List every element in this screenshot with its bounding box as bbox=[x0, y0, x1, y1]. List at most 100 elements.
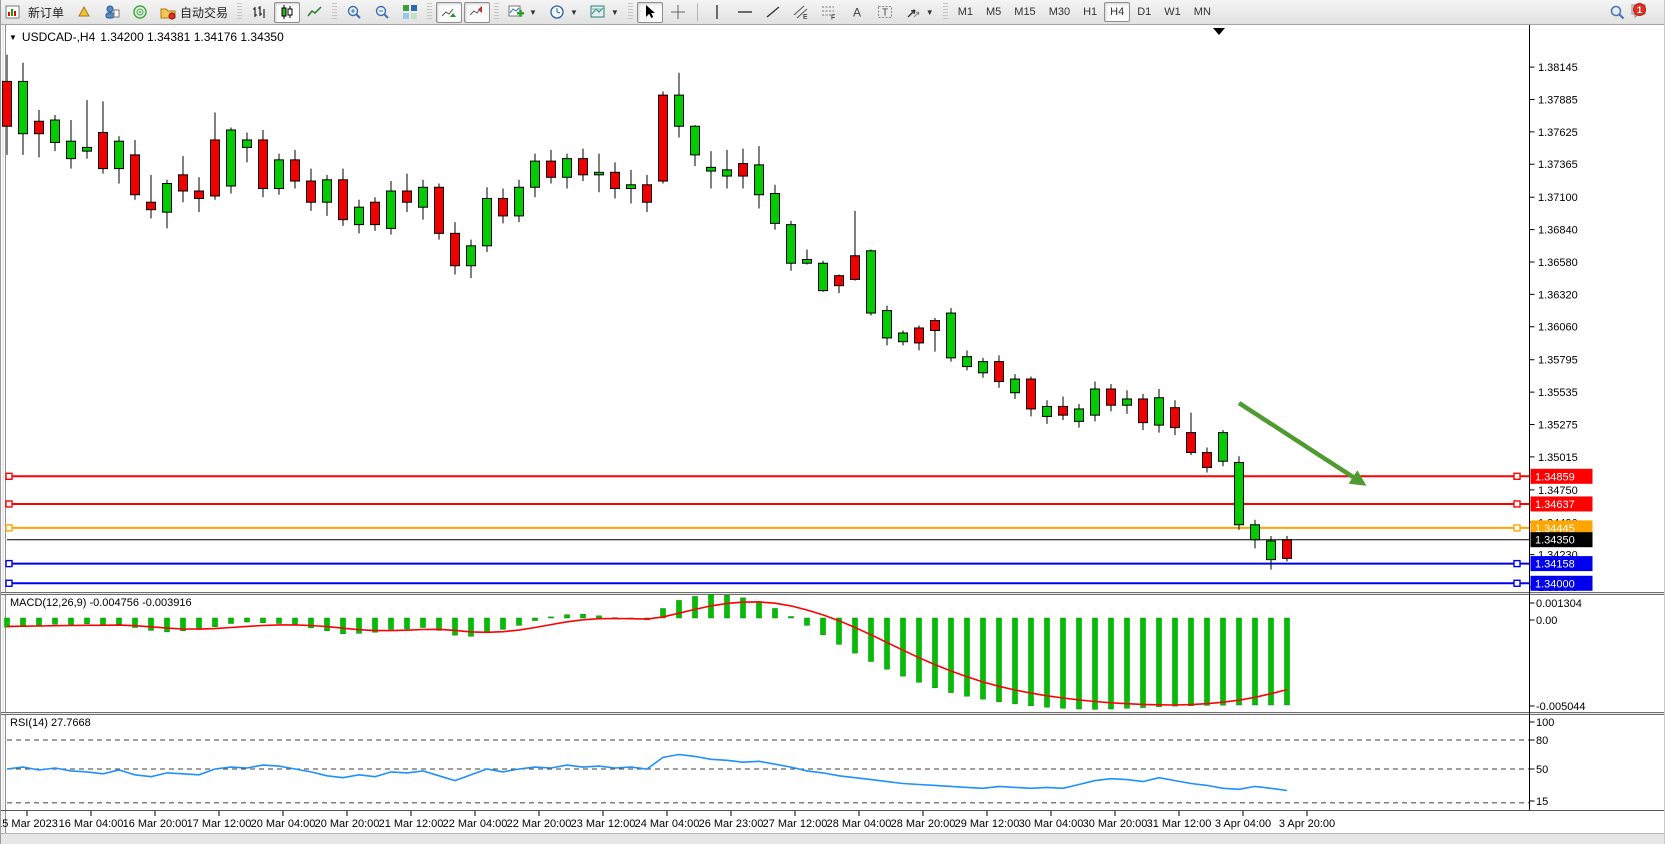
price-badge-label: 1.34637 bbox=[1535, 499, 1575, 511]
line-drag-handle[interactable] bbox=[6, 525, 12, 531]
crosshair-tool-button[interactable] bbox=[665, 2, 691, 23]
chart-shift-icon bbox=[469, 4, 485, 20]
chart-dropdown-triangle-icon[interactable]: ▼ bbox=[9, 33, 17, 42]
candle-body bbox=[1043, 406, 1052, 416]
candle-body bbox=[259, 140, 268, 189]
macd-histogram-bar bbox=[965, 618, 970, 696]
time-axis-label: 27 Mar 12:00 bbox=[763, 818, 828, 830]
horizontal-line-icon bbox=[737, 4, 753, 20]
time-axis-label: 16 Mar 04:00 bbox=[59, 818, 124, 830]
zoom-in-button[interactable] bbox=[341, 2, 367, 23]
macd-histogram-bar bbox=[1157, 618, 1162, 707]
search-icon[interactable] bbox=[1608, 4, 1624, 20]
time-axis-label: 16 Mar 20:00 bbox=[123, 818, 188, 830]
candle-body bbox=[835, 276, 844, 286]
fibonacci-tool-button[interactable]: F bbox=[816, 2, 842, 23]
notifications-button[interactable]: 1 bbox=[1630, 2, 1652, 22]
candle-body bbox=[1027, 379, 1036, 409]
candle-body bbox=[1155, 398, 1164, 425]
macd-histogram-bar bbox=[917, 618, 922, 682]
macd-histogram-bar bbox=[997, 618, 1002, 702]
auto-trading-icon bbox=[160, 4, 176, 20]
candle-body bbox=[675, 95, 684, 126]
time-axis-label: 24 Mar 04:00 bbox=[635, 818, 700, 830]
periods-button[interactable]: ▼ bbox=[544, 2, 583, 23]
candle-body bbox=[563, 159, 572, 178]
auto-scroll-icon bbox=[441, 4, 457, 20]
line-drag-handle[interactable] bbox=[1514, 561, 1520, 567]
macd-histogram-bar bbox=[757, 602, 762, 618]
timeframe-button-H1[interactable]: H1 bbox=[1077, 2, 1103, 22]
time-axis-label: 22 Mar 04:00 bbox=[443, 818, 508, 830]
line-drag-handle[interactable] bbox=[6, 501, 12, 507]
auto-trading-button[interactable]: 自动交易 bbox=[155, 2, 233, 23]
macd-histogram-bar bbox=[1141, 618, 1146, 708]
price-badge-label: 1.34158 bbox=[1535, 559, 1575, 571]
timeframe-button-D1[interactable]: D1 bbox=[1131, 2, 1157, 22]
candle-body bbox=[995, 362, 1004, 382]
ohlc-quote-label: 1.34200 1.34381 1.34176 1.34350 bbox=[100, 30, 284, 44]
arrows-tool-button[interactable]: ▼ bbox=[900, 2, 939, 23]
time-axis-label: 22 Mar 20:00 bbox=[507, 818, 572, 830]
macd-histogram-bar bbox=[901, 618, 906, 676]
timeframe-button-M5[interactable]: M5 bbox=[980, 2, 1007, 22]
cursor-tool-button[interactable] bbox=[637, 2, 663, 23]
line-chart-type-button[interactable] bbox=[302, 2, 328, 23]
candle-body bbox=[1283, 540, 1292, 559]
timeframe-button-M1[interactable]: M1 bbox=[952, 2, 979, 22]
bar-chart-icon bbox=[251, 4, 267, 20]
navigator-button[interactable] bbox=[99, 2, 125, 23]
chevron-down-icon: ▼ bbox=[570, 8, 578, 17]
vertical-line-icon bbox=[709, 4, 725, 20]
horizontal-line-tool-button[interactable] bbox=[732, 2, 758, 23]
market-watch-button[interactable] bbox=[71, 2, 97, 23]
notification-badge: 1 bbox=[1633, 3, 1646, 16]
timeframe-button-M30[interactable]: M30 bbox=[1043, 2, 1076, 22]
line-chart-icon bbox=[307, 4, 323, 20]
toolbar-grip bbox=[427, 3, 432, 21]
macd-histogram-bar bbox=[1269, 618, 1274, 705]
signals-button[interactable] bbox=[127, 2, 153, 23]
timeframe-button-M15[interactable]: M15 bbox=[1008, 2, 1041, 22]
timeframe-button-W1[interactable]: W1 bbox=[1158, 2, 1187, 22]
macd-histogram-bar bbox=[741, 598, 746, 618]
new-order-button[interactable]: 新订单 bbox=[23, 2, 69, 23]
text-tool-button[interactable]: A bbox=[844, 2, 870, 23]
line-drag-handle[interactable] bbox=[1514, 501, 1520, 507]
auto-scroll-button[interactable] bbox=[436, 2, 462, 23]
zoom-out-button[interactable] bbox=[369, 2, 395, 23]
indicators-button[interactable]: ▼ bbox=[503, 2, 542, 23]
candle-body bbox=[531, 161, 540, 187]
time-axis-label: 20 Mar 20:00 bbox=[315, 818, 380, 830]
channel-tool-button[interactable]: E bbox=[788, 2, 814, 23]
bar-chart-type-button[interactable] bbox=[246, 2, 272, 23]
line-drag-handle[interactable] bbox=[6, 580, 12, 586]
text-label-tool-button[interactable]: T bbox=[872, 2, 898, 23]
candle-body bbox=[387, 191, 396, 228]
macd-axis-label: 0.00 bbox=[1536, 615, 1557, 627]
chart-canvas[interactable]: 15 Mar 202316 Mar 04:0016 Mar 20:0017 Ma… bbox=[1, 0, 1665, 844]
timeframe-button-H4[interactable]: H4 bbox=[1104, 2, 1130, 22]
line-drag-handle[interactable] bbox=[6, 561, 12, 567]
candle-body bbox=[1123, 399, 1132, 405]
time-axis-label: 28 Mar 04:00 bbox=[827, 818, 892, 830]
chart-shift-button[interactable] bbox=[464, 2, 490, 23]
vertical-line-tool-button[interactable] bbox=[704, 2, 730, 23]
templates-button[interactable]: ▼ bbox=[585, 2, 624, 23]
macd-histogram-bar bbox=[325, 618, 330, 631]
candle-body bbox=[1059, 406, 1068, 415]
candle-body bbox=[1235, 462, 1244, 524]
line-drag-handle[interactable] bbox=[6, 473, 12, 479]
trendline-tool-button[interactable] bbox=[760, 2, 786, 23]
price-axis-label: 1.36060 bbox=[1538, 322, 1578, 334]
tile-windows-button[interactable] bbox=[397, 2, 423, 23]
macd-histogram-bar bbox=[853, 618, 858, 653]
line-drag-handle[interactable] bbox=[1514, 473, 1520, 479]
candlestick-type-button[interactable] bbox=[274, 2, 300, 23]
candle-body bbox=[1091, 389, 1100, 415]
candle-body bbox=[275, 160, 284, 189]
line-drag-handle[interactable] bbox=[1514, 580, 1520, 586]
line-drag-handle[interactable] bbox=[1514, 525, 1520, 531]
timeframe-button-MN[interactable]: MN bbox=[1188, 2, 1217, 22]
candle-body bbox=[1107, 389, 1116, 405]
